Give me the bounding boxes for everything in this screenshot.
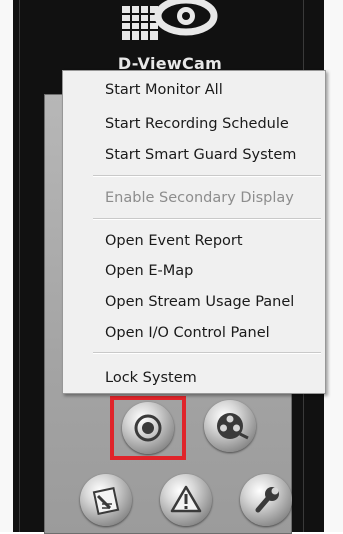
record-button-highlight — [110, 396, 186, 460]
settings-button[interactable] — [240, 474, 292, 526]
warning-icon — [170, 485, 202, 513]
menu-separator — [93, 352, 321, 354]
app-window: D-ViewCam Start Monitor All Start Record… — [0, 0, 343, 534]
logo: D-ViewCam — [104, 0, 236, 78]
event-report-button[interactable] — [80, 474, 132, 526]
eye-camera-logo-icon — [122, 0, 218, 40]
wrench-icon — [255, 487, 279, 513]
menu-item-enable-secondary-display: Enable Secondary Display — [105, 190, 294, 206]
menu-item-start-monitor-all[interactable]: Start Monitor All — [63, 77, 325, 103]
menu-item-start-smart-guard-system[interactable]: Start Smart Guard System — [63, 142, 325, 168]
context-menu: Start Monitor All Start Recording Schedu… — [62, 70, 326, 394]
playback-button[interactable] — [204, 400, 256, 452]
menu-item-lock-system[interactable]: Lock System — [63, 365, 325, 391]
menu-separator — [93, 218, 321, 220]
menu-item-open-e-map[interactable]: Open E-Map — [63, 258, 325, 284]
film-reel-icon — [217, 413, 249, 440]
menu-item-open-stream-usage-panel[interactable]: Open Stream Usage Panel — [63, 289, 325, 315]
alert-button[interactable] — [160, 474, 212, 526]
menu-item-open-io-control-panel[interactable]: Open I/O Control Panel — [63, 320, 325, 346]
edit-document-icon — [92, 486, 120, 516]
panel-border-left — [19, 0, 20, 532]
menu-item-start-recording-schedule[interactable]: Start Recording Schedule — [63, 111, 325, 137]
menu-separator — [93, 175, 321, 177]
menu-item-open-event-report[interactable]: Open Event Report — [63, 228, 325, 254]
